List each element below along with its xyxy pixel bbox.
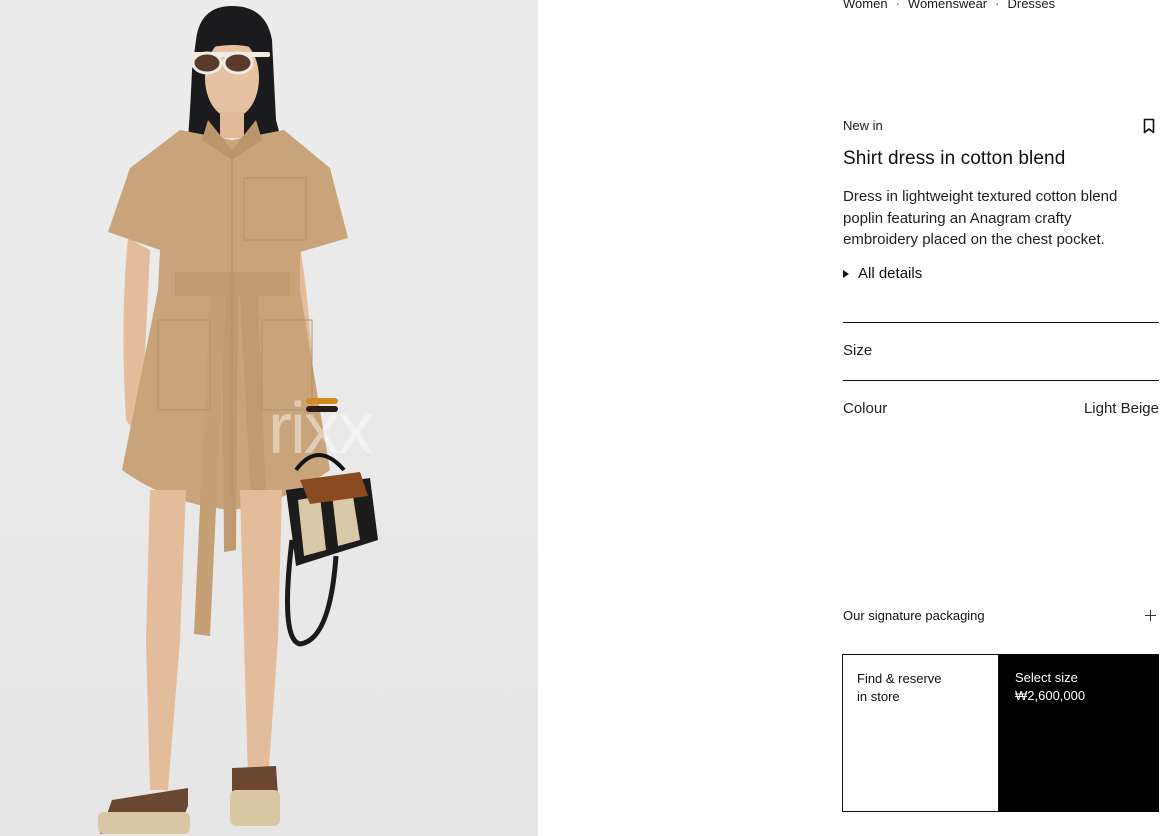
breadcrumb-dresses[interactable]: Dresses xyxy=(1007,0,1055,11)
purchase-actions: Find & reserve in store Select size ₩2,6… xyxy=(842,654,1159,812)
colour-value: Light Beige xyxy=(1083,400,1159,417)
triangle-right-icon xyxy=(843,269,849,278)
breadcrumb-womenswear[interactable]: Womenswear xyxy=(908,0,987,11)
select-size-button[interactable]: Select size ₩2,600,000 xyxy=(999,654,1159,812)
select-size-label: Select size xyxy=(1015,670,1078,685)
store-button-line1: Find & reserve xyxy=(857,671,942,686)
all-details-label: All details xyxy=(858,265,923,282)
bookmark-icon[interactable] xyxy=(1143,118,1155,134)
size-label: Size xyxy=(843,342,873,359)
divider xyxy=(843,322,1159,323)
find-reserve-store-button[interactable]: Find & reserve in store xyxy=(842,654,999,812)
breadcrumb-separator: · xyxy=(995,0,1000,11)
packaging-label: Our signature packaging xyxy=(843,608,985,623)
image-watermark: rixx xyxy=(268,389,374,469)
new-in-badge: New in xyxy=(843,118,883,133)
plus-icon xyxy=(1145,610,1156,621)
product-image[interactable]: rixx xyxy=(0,0,538,836)
colour-row: Colour Light Beige xyxy=(843,400,1159,417)
product-description: Dress in lightweight textured cotton ble… xyxy=(843,188,1118,248)
all-details-toggle[interactable]: All details xyxy=(843,265,922,282)
store-button-line2: in store xyxy=(857,689,900,704)
breadcrumb: Women · Womenswear · Dresses xyxy=(843,0,1055,11)
breadcrumb-women[interactable]: Women xyxy=(843,0,888,11)
signature-packaging-toggle[interactable]: Our signature packaging xyxy=(843,608,1156,623)
colour-label: Colour xyxy=(843,400,888,417)
product-title: Shirt dress in cotton blend xyxy=(843,148,1066,169)
divider xyxy=(843,380,1159,381)
size-selector[interactable]: Size xyxy=(843,342,1159,359)
price: ₩2,600,000 xyxy=(1015,688,1086,703)
breadcrumb-separator: · xyxy=(895,0,900,11)
